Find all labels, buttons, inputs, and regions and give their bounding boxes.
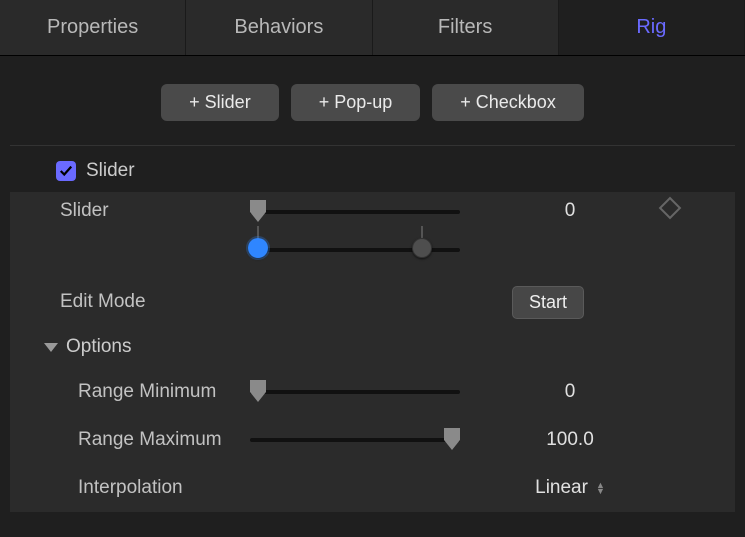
slider-param-row: Slider 0 [10, 192, 735, 278]
tab-behaviors[interactable]: Behaviors [186, 0, 372, 55]
tab-filters[interactable]: Filters [373, 0, 559, 55]
snapshot-marker[interactable] [412, 238, 432, 258]
slider-enable-checkbox[interactable] [56, 161, 76, 181]
slider-section-header: Slider [0, 146, 745, 192]
slider-label: Slider [10, 200, 250, 222]
add-slider-button[interactable]: + Slider [161, 84, 279, 121]
range-max-slider[interactable] [250, 428, 460, 452]
keyframe-icon[interactable] [659, 197, 682, 220]
range-min-row: Range Minimum 0 [10, 368, 735, 416]
range-max-thumb[interactable] [442, 428, 462, 450]
edit-mode-start-button[interactable]: Start [512, 286, 584, 319]
slider-control[interactable] [250, 200, 460, 270]
slider-section-title: Slider [86, 160, 135, 182]
range-min-value[interactable]: 0 [500, 381, 640, 403]
interpolation-row: Interpolation Linear ▲▼ [10, 464, 735, 512]
parameter-rows: Slider 0 Edit Mode St [10, 192, 735, 326]
chevron-up-down-icon: ▲▼ [596, 482, 605, 494]
slider-track [250, 210, 460, 214]
edit-mode-row: Edit Mode Start [10, 278, 735, 326]
slider-value[interactable]: 0 [500, 200, 640, 222]
add-popup-button[interactable]: + Pop-up [291, 84, 421, 121]
range-min-thumb[interactable] [248, 380, 268, 402]
edit-mode-label: Edit Mode [10, 291, 250, 313]
rig-inspector-panel: Properties Behaviors Filters Rig + Slide… [0, 0, 745, 537]
tab-rig[interactable]: Rig [559, 0, 745, 55]
range-min-slider[interactable] [250, 380, 460, 404]
range-max-value[interactable]: 100.0 [500, 429, 640, 451]
options-disclosure[interactable]: Options [10, 326, 735, 368]
interpolation-label: Interpolation [10, 477, 250, 499]
options-rows: Range Minimum 0 Range Maximum 100.0 [10, 368, 735, 512]
range-min-label: Range Minimum [10, 381, 250, 403]
add-widget-row: + Slider + Pop-up + Checkbox [0, 56, 745, 145]
slider-thumb[interactable] [248, 200, 268, 222]
disclosure-triangle-icon [44, 343, 58, 352]
options-label: Options [66, 336, 131, 358]
inspector-tabs: Properties Behaviors Filters Rig [0, 0, 745, 56]
snapshot-marker-active[interactable] [248, 238, 268, 258]
interpolation-select[interactable]: Linear ▲▼ [535, 477, 605, 499]
interpolation-value: Linear [535, 477, 588, 499]
range-max-label: Range Maximum [10, 429, 250, 451]
range-max-row: Range Maximum 100.0 [10, 416, 735, 464]
check-icon [59, 164, 73, 178]
tab-properties[interactable]: Properties [0, 0, 186, 55]
add-checkbox-button[interactable]: + Checkbox [432, 84, 584, 121]
